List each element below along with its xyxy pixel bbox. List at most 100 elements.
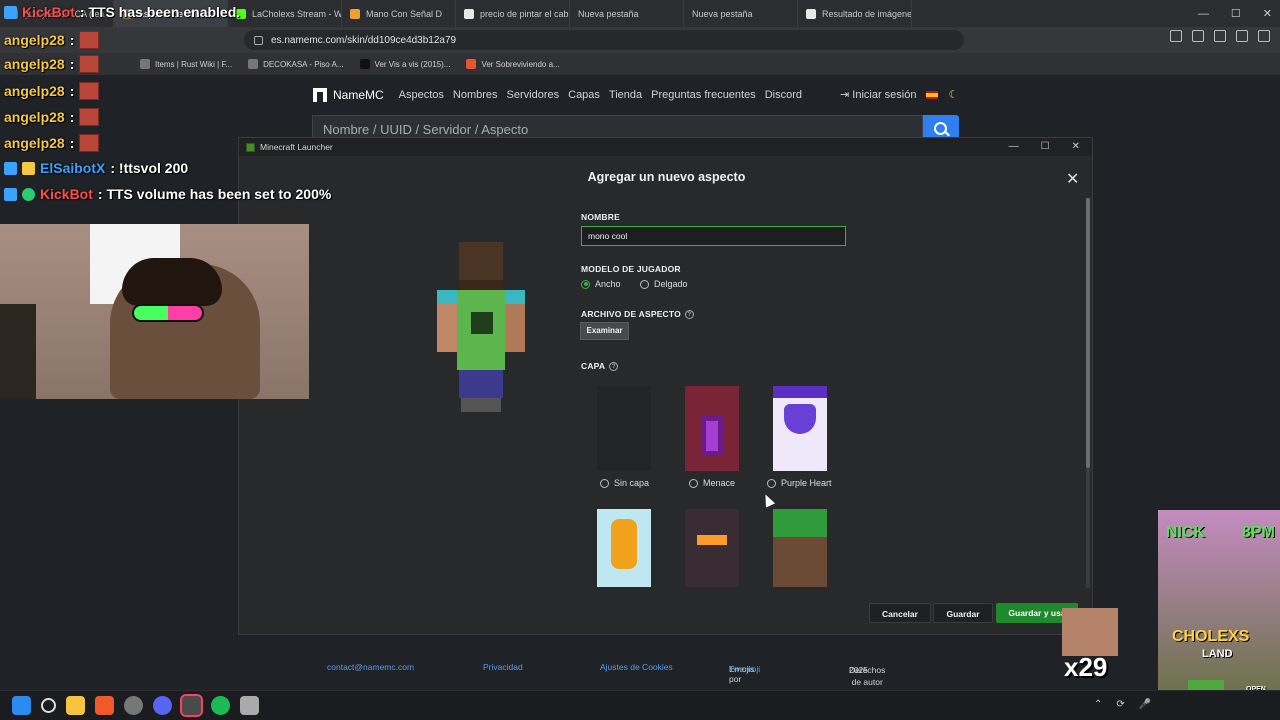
- browser-tab[interactable]: Nueva pestaña: [684, 0, 798, 27]
- browser-toolbar: es.namemc.com/skin/dd109ce4d3b12a79: [0, 27, 1280, 53]
- spanish-flag-icon[interactable]: [926, 90, 939, 99]
- moon-icon[interactable]: ☾: [948, 88, 958, 101]
- nav-store[interactable]: Tienda: [609, 89, 642, 101]
- cape-thumbnail[interactable]: [685, 509, 739, 587]
- address-bar[interactable]: es.namemc.com/skin/dd109ce4d3b12a79: [244, 30, 964, 50]
- browser-tab[interactable]: LaCholexs Stream - W: [228, 0, 342, 27]
- windows-taskbar: ⌃ ⟳ 🎤: [0, 690, 1280, 720]
- extension-icon[interactable]: [1170, 30, 1182, 42]
- bookmark-favicon-icon: [466, 59, 477, 69]
- close-dialog-icon[interactable]: ✕: [1066, 169, 1079, 189]
- cape-none-radio[interactable]: Sin capa: [600, 478, 649, 488]
- cape-none-thumbnail[interactable]: [597, 386, 651, 471]
- bookmark-item[interactable]: DECOKASA - Piso A...: [248, 59, 344, 69]
- cape-menace-radio[interactable]: Menace: [689, 478, 735, 488]
- dialog-scrollbar[interactable]: [1086, 198, 1090, 588]
- skin-body: [457, 290, 505, 370]
- login-link[interactable]: ⇥ Iniciar sesión: [840, 88, 916, 101]
- download-icon[interactable]: [1214, 30, 1226, 42]
- emote-combo-overlay: x29: [1060, 608, 1118, 683]
- skin-preview[interactable]: [437, 242, 527, 412]
- model-slim-radio[interactable]: Delgado: [640, 279, 688, 289]
- sidebar-icon[interactable]: [1236, 30, 1248, 42]
- chat-emote: [79, 108, 100, 126]
- minimize-icon[interactable]: —: [1009, 141, 1019, 152]
- name-label: NOMBRE: [581, 212, 620, 222]
- extension-icon[interactable]: [1192, 30, 1204, 42]
- settings-icon[interactable]: [1258, 30, 1270, 42]
- minecraft-launcher-icon[interactable]: [180, 694, 203, 717]
- nav-skins[interactable]: Aspectos: [399, 89, 444, 101]
- file-explorer-icon[interactable]: [66, 696, 85, 715]
- bookmark-item[interactable]: Items | Rust Wiki | F...: [140, 59, 232, 69]
- chat-message: angelp28:: [4, 55, 100, 73]
- browser-tab[interactable]: precio de pintar el cab: [456, 0, 570, 27]
- nav-discord[interactable]: Discord: [765, 89, 802, 101]
- browse-button[interactable]: Examinar: [580, 322, 629, 340]
- bookmarks-bar: Items | Rust Wiki | F... DECOKASA - Piso…: [0, 53, 1280, 75]
- browser-tab[interactable]: Nueva pestaña: [570, 0, 684, 27]
- nav-servers[interactable]: Servidores: [507, 89, 560, 101]
- search-icon[interactable]: [41, 698, 56, 713]
- cape-thumbnail[interactable]: [597, 509, 651, 587]
- chat-message: angelp28:: [4, 31, 100, 49]
- skin-name-input[interactable]: mono cool: [581, 226, 846, 246]
- twemoji-link[interactable]: Twemoji: [729, 664, 760, 674]
- close-window-icon[interactable]: ✕: [1263, 7, 1272, 20]
- extension-icons: [1170, 30, 1270, 42]
- namemc-logo-icon[interactable]: [313, 88, 327, 102]
- brave-browser-icon[interactable]: [95, 696, 114, 715]
- cancel-button[interactable]: Cancelar: [869, 603, 931, 623]
- app-icon[interactable]: [240, 696, 259, 715]
- namemc-brand[interactable]: NameMC: [333, 88, 384, 102]
- verified-badge-icon: [22, 187, 35, 201]
- chevron-up-icon[interactable]: ⌃: [1094, 699, 1102, 710]
- tab-favicon-icon: [350, 8, 360, 19]
- bookmark-item[interactable]: Ver Vis a vis (2015)...: [359, 59, 450, 69]
- emote-face: [1062, 608, 1118, 656]
- obs-icon[interactable]: [124, 696, 143, 715]
- browser-tab[interactable]: Mano Con Señal D: [342, 0, 456, 27]
- skin-arm: [437, 290, 457, 352]
- nav-names[interactable]: Nombres: [453, 89, 498, 101]
- radio-icon: [689, 478, 698, 488]
- maximize-icon[interactable]: ☐: [1231, 7, 1241, 20]
- discord-icon[interactable]: [153, 696, 172, 715]
- skin-legs: [459, 370, 503, 398]
- crown-badge-icon: [22, 161, 35, 175]
- kick-badge-icon: [4, 5, 17, 19]
- spotify-icon[interactable]: [211, 696, 230, 715]
- namemc-nav-right: ⇥ Iniciar sesión ☾: [840, 88, 958, 101]
- windows-start-icon[interactable]: [12, 696, 31, 715]
- help-icon[interactable]: ?: [684, 310, 694, 320]
- nav-faq[interactable]: Preguntas frecuentes: [651, 89, 756, 101]
- skin-arm: [505, 290, 525, 352]
- radio-selected-icon: [581, 279, 590, 289]
- cape-thumbnail[interactable]: [773, 509, 827, 587]
- minecraft-grass-icon: [246, 142, 255, 152]
- cape-label: CAPA?: [581, 361, 619, 372]
- privacy-link[interactable]: Privacidad: [483, 662, 523, 672]
- radio-icon: [767, 478, 776, 488]
- bookmark-item[interactable]: Ver Sobreviviendo a...: [466, 59, 560, 69]
- browser-tab[interactable]: Resultado de imágene: [798, 0, 912, 27]
- cape-purple-heart-thumbnail[interactable]: [773, 386, 827, 471]
- microphone-icon[interactable]: 🎤: [1139, 699, 1151, 710]
- launcher-titlebar: Minecraft Launcher: [239, 138, 1092, 156]
- site-info-icon[interactable]: [254, 35, 263, 45]
- help-icon[interactable]: ?: [609, 362, 619, 372]
- cape-menace-thumbnail[interactable]: [685, 386, 739, 471]
- model-wide-radio[interactable]: Ancho: [581, 279, 621, 289]
- save-button[interactable]: Guardar: [933, 603, 993, 623]
- cookie-settings-link[interactable]: Ajustes de Cookies: [600, 662, 673, 672]
- nav-capes[interactable]: Capas: [568, 89, 600, 101]
- maximize-icon[interactable]: ☐: [1041, 141, 1050, 152]
- radio-icon: [600, 478, 609, 488]
- contact-link[interactable]: contact@namemc.com: [327, 662, 414, 672]
- scrollbar-thumb[interactable]: [1086, 198, 1090, 468]
- skin-file-label: ARCHIVO DE ASPECTO?: [581, 309, 694, 320]
- minimize-icon[interactable]: —: [1198, 8, 1209, 20]
- cape-purple-heart-radio[interactable]: Purple Heart: [767, 478, 832, 488]
- close-window-icon[interactable]: ✕: [1072, 141, 1080, 152]
- network-icon[interactable]: ⟳: [1116, 699, 1124, 710]
